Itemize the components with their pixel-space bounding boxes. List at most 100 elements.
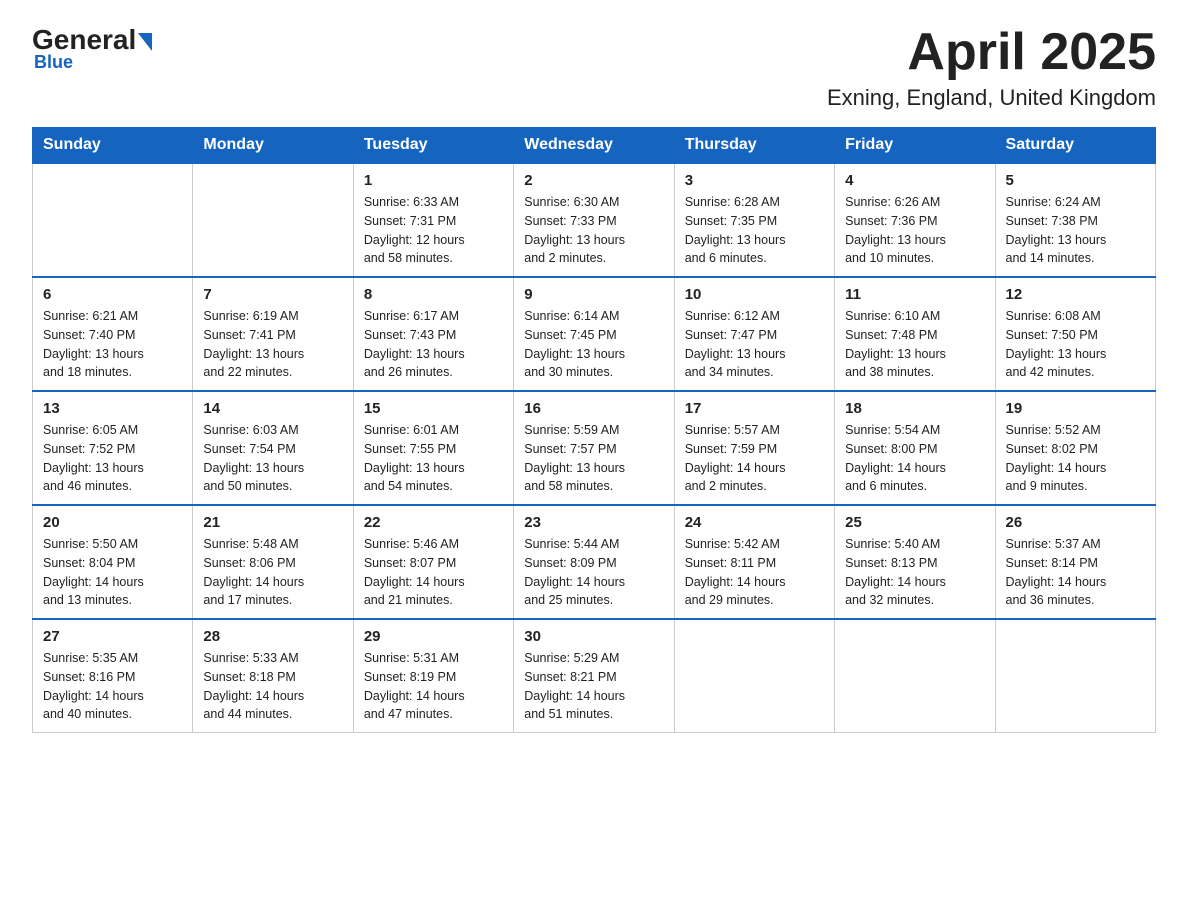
calendar-header-cell: Tuesday [353,128,513,164]
calendar-cell: 2 Sunrise: 6:30 AM Sunset: 7:33 PM Daylig… [514,163,674,277]
day-info: Sunrise: 5:44 AM Sunset: 8:09 PM Dayligh… [524,535,663,610]
day-number: 26 [1006,514,1145,531]
calendar-cell: 3 Sunrise: 6:28 AM Sunset: 7:35 PM Daylig… [674,163,834,277]
calendar-cell [995,619,1155,733]
day-number: 6 [43,286,182,303]
calendar-body: 1 Sunrise: 6:33 AM Sunset: 7:31 PM Daylig… [33,163,1156,733]
calendar-cell: 27 Sunrise: 5:35 AM Sunset: 8:16 PM Dayli… [33,619,193,733]
calendar-cell: 30Sunrise: 5:29 AM Sunset: 8:21 PM Dayli… [514,619,674,733]
calendar-week-row: 6Sunrise: 6:21 AM Sunset: 7:40 PM Daylig… [33,277,1156,391]
day-info: Sunrise: 6:12 AM Sunset: 7:47 PM Dayligh… [685,307,824,382]
calendar-header: SundayMondayTuesdayWednesdayThursdayFrid… [33,128,1156,164]
day-info: Sunrise: 5:46 AM Sunset: 8:07 PM Dayligh… [364,535,503,610]
day-number: 18 [845,400,984,417]
logo: General Blue [32,24,152,73]
day-number: 25 [845,514,984,531]
day-number: 20 [43,514,182,531]
day-info: Sunrise: 5:57 AM Sunset: 7:59 PM Dayligh… [685,421,824,496]
calendar-cell: 23 Sunrise: 5:44 AM Sunset: 8:09 PM Dayli… [514,505,674,619]
day-info: Sunrise: 5:35 AM Sunset: 8:16 PM Dayligh… [43,649,182,724]
day-number: 8 [364,286,503,303]
day-number: 1 [364,172,503,189]
day-number: 22 [364,514,503,531]
calendar-cell: 22 Sunrise: 5:46 AM Sunset: 8:07 PM Dayli… [353,505,513,619]
day-number: 5 [1006,172,1145,189]
day-number: 13 [43,400,182,417]
day-info: Sunrise: 5:40 AM Sunset: 8:13 PM Dayligh… [845,535,984,610]
calendar-header-cell: Saturday [995,128,1155,164]
day-info: Sunrise: 5:33 AM Sunset: 8:18 PM Dayligh… [203,649,342,724]
logo-arrow-icon [138,33,152,51]
calendar-header-cell: Friday [835,128,995,164]
day-info: Sunrise: 6:08 AM Sunset: 7:50 PM Dayligh… [1006,307,1145,382]
day-number: 28 [203,628,342,645]
calendar-cell: 8 Sunrise: 6:17 AM Sunset: 7:43 PM Daylig… [353,277,513,391]
calendar-cell: 18 Sunrise: 5:54 AM Sunset: 8:00 PM Dayli… [835,391,995,505]
day-number: 24 [685,514,824,531]
calendar-cell: 29Sunrise: 5:31 AM Sunset: 8:19 PM Dayli… [353,619,513,733]
day-info: Sunrise: 5:54 AM Sunset: 8:00 PM Dayligh… [845,421,984,496]
calendar-header-cell: Monday [193,128,353,164]
calendar-cell: 17 Sunrise: 5:57 AM Sunset: 7:59 PM Dayli… [674,391,834,505]
day-number: 3 [685,172,824,189]
calendar-header-row: SundayMondayTuesdayWednesdayThursdayFrid… [33,128,1156,164]
calendar-cell: 21Sunrise: 5:48 AM Sunset: 8:06 PM Dayli… [193,505,353,619]
day-info: Sunrise: 5:37 AM Sunset: 8:14 PM Dayligh… [1006,535,1145,610]
day-info: Sunrise: 5:59 AM Sunset: 7:57 PM Dayligh… [524,421,663,496]
calendar-cell: 7Sunrise: 6:19 AM Sunset: 7:41 PM Daylig… [193,277,353,391]
day-info: Sunrise: 5:50 AM Sunset: 8:04 PM Dayligh… [43,535,182,610]
day-info: Sunrise: 6:24 AM Sunset: 7:38 PM Dayligh… [1006,193,1145,268]
calendar-cell: 10 Sunrise: 6:12 AM Sunset: 7:47 PM Dayli… [674,277,834,391]
calendar-cell [674,619,834,733]
day-number: 17 [685,400,824,417]
calendar-cell [835,619,995,733]
day-info: Sunrise: 5:29 AM Sunset: 8:21 PM Dayligh… [524,649,663,724]
calendar-cell: 13 Sunrise: 6:05 AM Sunset: 7:52 PM Dayli… [33,391,193,505]
calendar-cell: 24 Sunrise: 5:42 AM Sunset: 8:11 PM Dayli… [674,505,834,619]
day-info: Sunrise: 6:17 AM Sunset: 7:43 PM Dayligh… [364,307,503,382]
page-title: April 2025 [827,24,1156,81]
day-info: Sunrise: 6:19 AM Sunset: 7:41 PM Dayligh… [203,307,342,382]
day-info: Sunrise: 5:48 AM Sunset: 8:06 PM Dayligh… [203,535,342,610]
day-number: 27 [43,628,182,645]
calendar-week-row: 20 Sunrise: 5:50 AM Sunset: 8:04 PM Dayli… [33,505,1156,619]
calendar-cell: 16 Sunrise: 5:59 AM Sunset: 7:57 PM Dayli… [514,391,674,505]
page-header: General Blue April 2025 Exning, England,… [32,24,1156,111]
day-number: 10 [685,286,824,303]
day-info: Sunrise: 6:26 AM Sunset: 7:36 PM Dayligh… [845,193,984,268]
day-number: 4 [845,172,984,189]
calendar-cell: 19 Sunrise: 5:52 AM Sunset: 8:02 PM Dayli… [995,391,1155,505]
calendar-week-row: 27 Sunrise: 5:35 AM Sunset: 8:16 PM Dayli… [33,619,1156,733]
day-info: Sunrise: 6:28 AM Sunset: 7:35 PM Dayligh… [685,193,824,268]
calendar-table: SundayMondayTuesdayWednesdayThursdayFrid… [32,127,1156,733]
calendar-cell: 15 Sunrise: 6:01 AM Sunset: 7:55 PM Dayli… [353,391,513,505]
calendar-cell: 5 Sunrise: 6:24 AM Sunset: 7:38 PM Daylig… [995,163,1155,277]
day-info: Sunrise: 6:01 AM Sunset: 7:55 PM Dayligh… [364,421,503,496]
day-info: Sunrise: 5:52 AM Sunset: 8:02 PM Dayligh… [1006,421,1145,496]
calendar-cell: 6Sunrise: 6:21 AM Sunset: 7:40 PM Daylig… [33,277,193,391]
calendar-week-row: 1 Sunrise: 6:33 AM Sunset: 7:31 PM Daylig… [33,163,1156,277]
calendar-cell: 11 Sunrise: 6:10 AM Sunset: 7:48 PM Dayli… [835,277,995,391]
calendar-cell: 25 Sunrise: 5:40 AM Sunset: 8:13 PM Dayli… [835,505,995,619]
day-info: Sunrise: 6:05 AM Sunset: 7:52 PM Dayligh… [43,421,182,496]
day-info: Sunrise: 6:33 AM Sunset: 7:31 PM Dayligh… [364,193,503,268]
day-info: Sunrise: 5:42 AM Sunset: 8:11 PM Dayligh… [685,535,824,610]
day-number: 29 [364,628,503,645]
day-number: 14 [203,400,342,417]
calendar-cell: 26 Sunrise: 5:37 AM Sunset: 8:14 PM Dayli… [995,505,1155,619]
day-info: Sunrise: 6:14 AM Sunset: 7:45 PM Dayligh… [524,307,663,382]
day-number: 16 [524,400,663,417]
day-info: Sunrise: 6:10 AM Sunset: 7:48 PM Dayligh… [845,307,984,382]
day-info: Sunrise: 6:30 AM Sunset: 7:33 PM Dayligh… [524,193,663,268]
day-info: Sunrise: 6:03 AM Sunset: 7:54 PM Dayligh… [203,421,342,496]
day-number: 11 [845,286,984,303]
day-number: 23 [524,514,663,531]
day-number: 2 [524,172,663,189]
day-number: 15 [364,400,503,417]
calendar-cell [33,163,193,277]
calendar-cell: 9Sunrise: 6:14 AM Sunset: 7:45 PM Daylig… [514,277,674,391]
calendar-header-cell: Thursday [674,128,834,164]
calendar-cell: 12Sunrise: 6:08 AM Sunset: 7:50 PM Dayli… [995,277,1155,391]
day-number: 19 [1006,400,1145,417]
page-subtitle: Exning, England, United Kingdom [827,85,1156,111]
